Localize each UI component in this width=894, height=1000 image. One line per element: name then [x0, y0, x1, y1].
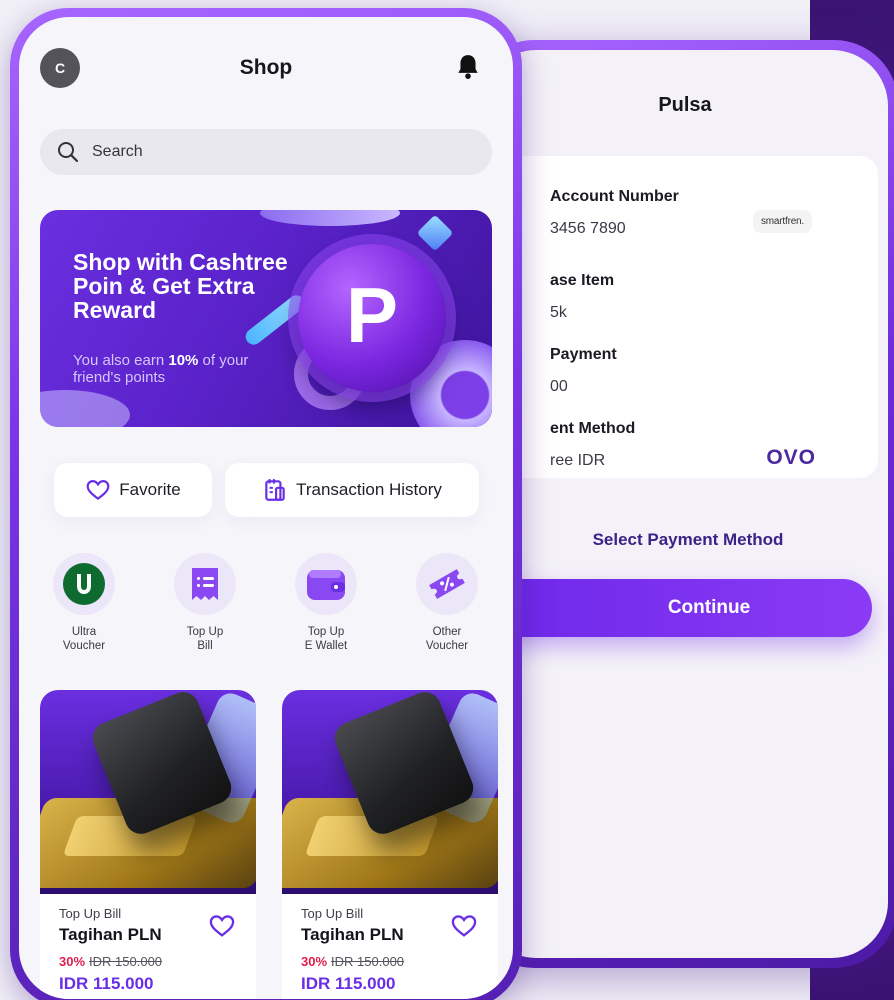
category-icon-bg	[416, 553, 478, 615]
heart-icon[interactable]	[208, 912, 236, 940]
old-price: IDR 150.000	[331, 954, 405, 969]
search-placeholder: Search	[92, 143, 143, 160]
favorite-button[interactable]: Favorite	[54, 463, 212, 517]
banner-subtext: You also earn 10% of your friend's point…	[73, 352, 293, 386]
continue-button[interactable]: Continue	[480, 579, 872, 637]
product-price: IDR 115.000	[59, 974, 154, 993]
bell-icon[interactable]	[455, 53, 481, 81]
favorite-label: Favorite	[119, 480, 181, 499]
old-price: IDR 150.000	[89, 954, 163, 969]
search-bar[interactable]: Search	[40, 129, 492, 175]
pulsa-summary-card	[480, 156, 878, 478]
transaction-history-label: Transaction History	[296, 480, 442, 499]
bill-icon	[192, 568, 218, 600]
page-title: Shop	[239, 56, 293, 79]
category-label: Other Voucher	[425, 626, 469, 652]
shop-phone: C Shop Search P Shop with Cashtree Poin …	[10, 8, 522, 1000]
category-label: Top Up E Wallet	[304, 626, 348, 652]
continue-label: Continue	[667, 597, 751, 618]
voucher-ticket-icon	[429, 569, 465, 599]
payment-method-value: ree IDR	[550, 452, 606, 469]
product-card[interactable]: Top Up Bill Tagihan PLN 30% IDR 150.000 I…	[40, 690, 256, 999]
payment-method-label: ent Method	[550, 420, 636, 437]
account-number-label: Account Number	[550, 188, 679, 205]
product-category: Top Up Bill	[301, 906, 364, 921]
receipt-icon	[265, 479, 285, 501]
decor-cube	[416, 214, 454, 252]
purchase-item-row: ase Item 5k	[550, 272, 614, 322]
discount-percent: 30%	[59, 954, 86, 969]
search-icon	[58, 142, 79, 163]
heart-icon	[86, 480, 110, 501]
banner-sub-prefix: You also earn	[73, 352, 169, 369]
category-label: Top Up Bill	[186, 626, 224, 652]
account-number-value: 3456 7890	[550, 220, 626, 237]
ovo-logo: OVO	[766, 446, 816, 469]
ultra-voucher-icon	[63, 563, 105, 605]
category-icon-bg	[53, 553, 115, 615]
product-discount: 30% IDR 150.000	[301, 954, 404, 969]
promo-banner[interactable]: P Shop with Cashtree Poin & Get Extra Re…	[40, 210, 492, 427]
payment-method-row[interactable]: ent Method ree IDR	[550, 420, 635, 470]
banner-headline: Shop with Cashtree Poin & Get Extra Rewa…	[73, 249, 288, 323]
product-price: IDR 115.000	[301, 974, 396, 993]
category-ultra-voucher[interactable]: Ultra Voucher	[39, 553, 129, 653]
product-image	[282, 690, 498, 894]
category-icon-bg	[174, 553, 236, 615]
poin-coin-icon: P	[298, 244, 446, 392]
pulsa-screen: Pulsa Account Number 3456 7890 smartfren…	[480, 50, 888, 958]
purchase-item-label: ase Item	[550, 272, 615, 289]
product-card[interactable]: Top Up Bill Tagihan PLN 30% IDR 150.000 I…	[282, 690, 498, 999]
payment-row: Payment 00	[550, 346, 617, 396]
product-name: Tagihan PLN	[301, 925, 404, 944]
product-name: Tagihan PLN	[59, 925, 162, 944]
category-other-voucher[interactable]: Other Voucher	[402, 553, 492, 653]
wallet-icon	[307, 570, 345, 600]
purchase-item-value: 5k	[550, 304, 567, 321]
coin-letter: P	[345, 270, 399, 359]
product-discount: 30% IDR 150.000	[59, 954, 162, 969]
category-icon-bg	[295, 553, 357, 615]
category-label: Ultra Voucher	[62, 626, 106, 652]
category-top-up-bill[interactable]: Top Up Bill	[160, 553, 250, 653]
pulsa-phone: Pulsa Account Number 3456 7890 smartfren…	[470, 40, 894, 968]
page-title: Pulsa	[658, 94, 712, 116]
category-top-up-e-wallet[interactable]: Top Up E Wallet	[281, 553, 371, 653]
select-payment-method-link[interactable]: Select Payment Method	[480, 530, 860, 550]
smartfren-logo: smartfren.	[752, 210, 812, 233]
payment-value: 00	[550, 378, 568, 395]
product-category: Top Up Bill	[59, 906, 122, 921]
shop-screen: C Shop Search P Shop with Cashtree Poin …	[19, 17, 513, 999]
product-image	[40, 690, 256, 894]
banner-sub-bold: 10%	[168, 352, 199, 369]
account-number-row: Account Number 3456 7890	[550, 188, 679, 238]
discount-percent: 30%	[301, 954, 328, 969]
transaction-history-button[interactable]: Transaction History	[225, 463, 479, 517]
heart-icon[interactable]	[450, 912, 478, 940]
decor-disc	[40, 390, 130, 427]
decor-slab	[260, 210, 400, 226]
payment-label: Payment	[550, 346, 617, 363]
